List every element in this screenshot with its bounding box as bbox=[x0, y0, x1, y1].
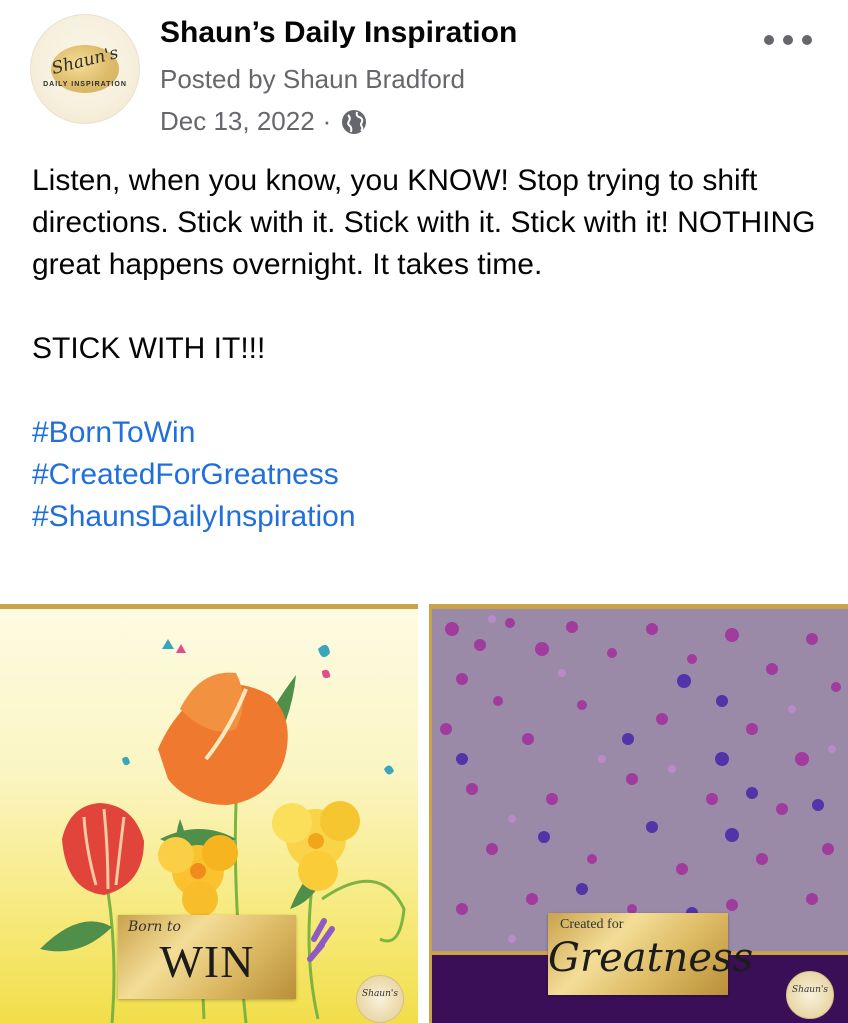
created-for-greatness-plaque: Created for Greatness bbox=[548, 913, 754, 995]
photo-created-for-greatness[interactable]: Created for Greatness Shaun's bbox=[429, 604, 848, 1023]
meta-separator: · bbox=[322, 106, 332, 136]
post-paragraph: Listen, when you know, you KNOW! Stop tr… bbox=[32, 164, 816, 281]
page-avatar[interactable]: Shaun's DAILY INSPIRATION bbox=[30, 14, 140, 124]
hashtag-link[interactable]: #ShaunsDailyInspiration bbox=[32, 496, 822, 538]
hashtag-link[interactable]: #CreatedForGreatness bbox=[32, 454, 822, 496]
posted-by-text: Posted by Shaun Bradford bbox=[160, 64, 465, 94]
globe-icon bbox=[339, 107, 369, 137]
shauns-seal-logo: Shaun's bbox=[356, 975, 404, 1023]
photo-grid: Born to WIN Shaun's Created for Greatnes… bbox=[0, 604, 848, 1023]
plaque-caption-small: Created for bbox=[560, 917, 624, 932]
more-dot-icon bbox=[802, 35, 812, 45]
post-paragraph: STICK WITH IT!!! bbox=[32, 332, 266, 365]
post-date[interactable]: Dec 13, 2022 bbox=[160, 106, 315, 137]
post-body: Listen, when you know, you KNOW! Stop tr… bbox=[32, 160, 822, 538]
hashtag-link[interactable]: #BornToWin bbox=[32, 412, 822, 454]
plaque-caption-small: Born to bbox=[128, 919, 181, 935]
photo-born-to-win[interactable]: Born to WIN Shaun's bbox=[0, 604, 418, 1023]
born-to-win-plaque: Born to WIN bbox=[118, 915, 296, 999]
plaque-caption-big: Greatness bbox=[548, 935, 754, 981]
plaque-caption-big: WIN bbox=[159, 936, 255, 987]
post-header: Shaun's DAILY INSPIRATION Shaun’s Daily … bbox=[0, 0, 848, 150]
more-dot-icon bbox=[783, 35, 793, 45]
more-options-button[interactable] bbox=[764, 28, 812, 52]
page-name-link[interactable]: Shaun’s Daily Inspiration bbox=[160, 16, 517, 50]
post-meta: Dec 13, 2022 · bbox=[160, 106, 369, 137]
more-dot-icon bbox=[764, 35, 774, 45]
shauns-seal-logo: Shaun's bbox=[786, 971, 834, 1019]
avatar-subtitle: DAILY INSPIRATION bbox=[43, 81, 127, 88]
